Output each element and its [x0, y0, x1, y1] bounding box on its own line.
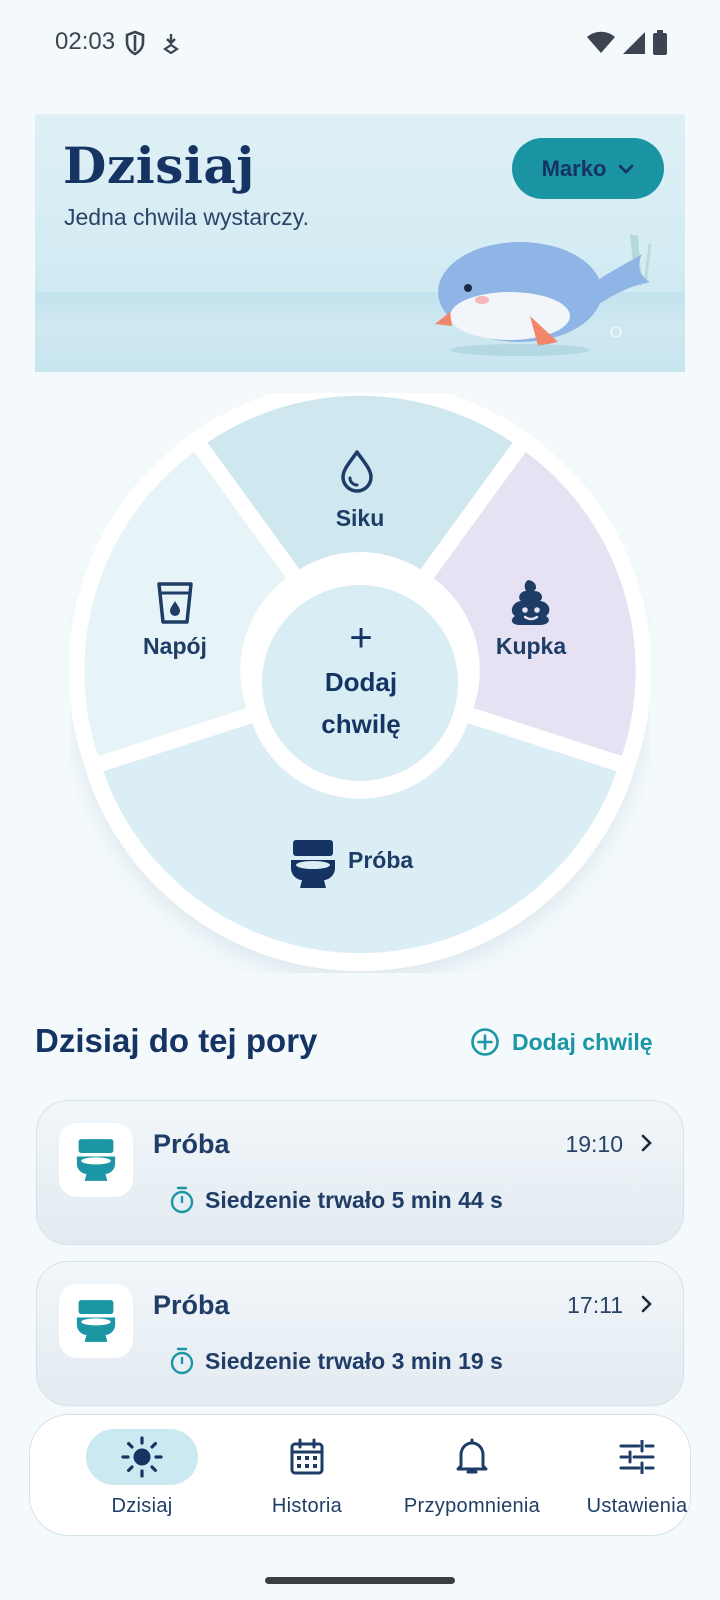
add-moment-link-label: Dodaj chwilę [512, 1028, 653, 1055]
sliders-icon [619, 1440, 655, 1474]
header-banner: Dzisiaj Jedna chwila wystarczy. Marko [35, 114, 685, 372]
entry-detail-text: Siedzenie trwało 5 min 44 s [205, 1186, 503, 1213]
entry-title: Próba [153, 1129, 230, 1159]
chevron-right-icon [641, 1295, 652, 1313]
bell-icon [456, 1438, 488, 1474]
shield-icon [125, 30, 145, 56]
add-moment-center-button[interactable]: + Dodaj chwilę [263, 585, 459, 781]
moment-wheel: Siku Kupka Próba Napój + Dodaj chwilę [70, 393, 650, 973]
entry-card[interactable]: Próba 17:11 Siedzenie trwało 3 min 19 s [36, 1261, 684, 1406]
nav-icon-wrap [251, 1429, 363, 1485]
sun-icon [121, 1436, 163, 1478]
nav-label-historia: Historia [271, 1495, 343, 1517]
nav-item-przypomnienia[interactable]: Przypomnienia [397, 1429, 547, 1529]
status-right-icons [586, 30, 668, 56]
entry-icon-box [59, 1123, 133, 1197]
center-label-line1: Dodaj [324, 667, 398, 697]
toilet-icon [291, 840, 335, 888]
entry-detail: Siedzenie trwało 3 min 19 s [169, 1347, 503, 1375]
nav-item-historia[interactable]: Historia [232, 1429, 382, 1529]
toilet-icon [76, 1300, 116, 1342]
cup-icon [157, 582, 193, 624]
nav-item-ustawienia[interactable]: Ustawienia [562, 1429, 712, 1529]
status-left-icons [124, 30, 180, 56]
entry-icon-box [59, 1284, 133, 1358]
entry-title: Próba [153, 1290, 230, 1320]
nav-label-dzisiaj: Dzisiaj [111, 1495, 173, 1517]
timer-icon [170, 1186, 194, 1214]
page-title: Dzisiaj [63, 136, 255, 195]
nav-label-przypomnienia: Przypomnienia [403, 1495, 541, 1517]
chevron-right-icon [641, 1134, 652, 1152]
timer-icon [170, 1347, 194, 1375]
segment-siku-label: Siku [335, 505, 385, 531]
profile-switcher-button[interactable]: Marko [512, 138, 664, 199]
whale-illustration [435, 234, 652, 356]
download-icon [163, 34, 179, 54]
calendar-icon [290, 1438, 324, 1475]
page-subtitle: Jedna chwila wystarczy. [64, 204, 309, 230]
segment-napoj-label: Napój [143, 633, 207, 659]
signal-icon [623, 32, 645, 54]
nav-icon-wrap [416, 1429, 528, 1485]
nav-active-indicator [86, 1429, 198, 1485]
segment-proba-label: Próba [348, 847, 414, 873]
segment-kupka-label: Kupka [495, 633, 567, 659]
drop-icon [341, 450, 373, 493]
entry-time: 19:10 [565, 1131, 623, 1157]
plus-circle-icon [471, 1028, 499, 1056]
status-time: 02:03 [55, 28, 116, 55]
entry-card[interactable]: Próba 19:10 Siedzenie trwało 5 min 44 s [36, 1100, 684, 1245]
toilet-icon [76, 1139, 116, 1181]
nav-label-ustawienia: Ustawienia [586, 1495, 688, 1517]
profile-name: Marko [541, 155, 607, 181]
nav-item-dzisiaj[interactable]: Dzisiaj [67, 1429, 217, 1529]
nav-icon-wrap [581, 1429, 693, 1485]
entry-detail-text: Siedzenie trwało 3 min 19 s [205, 1347, 503, 1374]
wifi-icon [587, 31, 615, 53]
center-label-line2: chwilę [321, 709, 401, 739]
home-indicator[interactable] [265, 1577, 455, 1584]
plus-icon: + [349, 616, 373, 660]
entry-time: 17:11 [567, 1292, 623, 1318]
bottom-navigation: Dzisiaj Historia Przypomnienia Ustawieni… [29, 1414, 691, 1536]
status-bar: 02:03 [0, 0, 720, 86]
chevron-down-icon [619, 164, 634, 174]
poop-icon [511, 580, 550, 625]
battery-icon [653, 30, 667, 55]
add-moment-link[interactable]: Dodaj chwilę [470, 1027, 653, 1057]
today-section-title: Dzisiaj do tej pory [35, 1022, 318, 1059]
entry-detail: Siedzenie trwało 5 min 44 s [169, 1186, 503, 1214]
